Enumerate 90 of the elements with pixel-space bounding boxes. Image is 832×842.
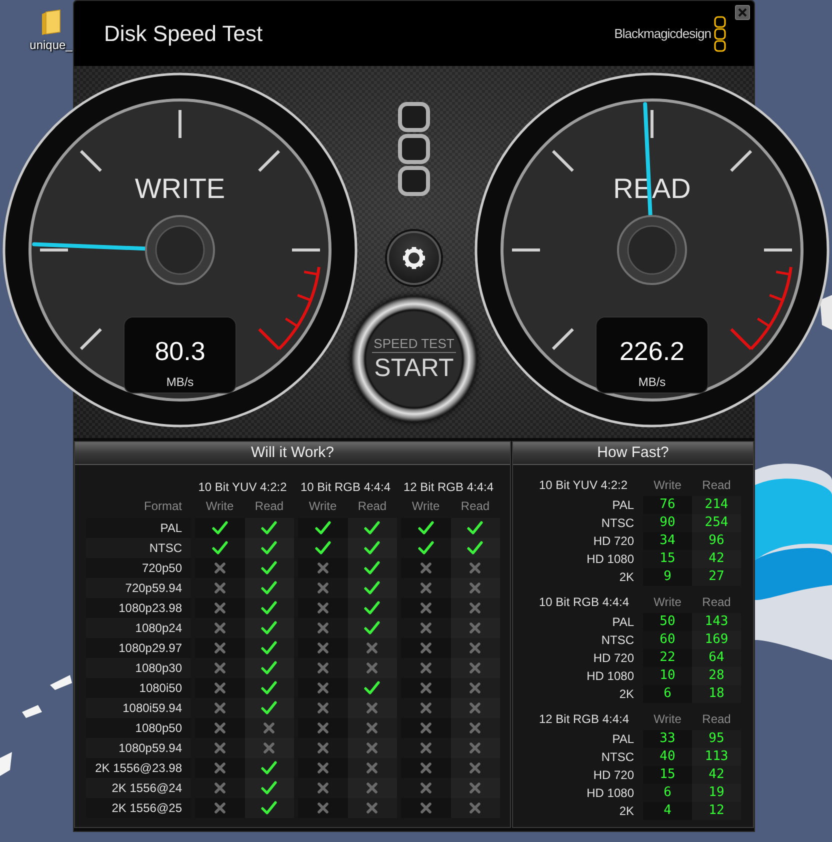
table-cell: 19 xyxy=(692,784,741,802)
column-header: Write xyxy=(308,498,338,512)
brand-name: Blackmagicdesign xyxy=(614,26,711,41)
table-cell: 4 xyxy=(643,802,692,820)
column-header: Read xyxy=(460,498,491,512)
row-label: NTSC xyxy=(600,516,634,530)
row-label: PAL xyxy=(611,498,634,512)
gauge-label: WRITE xyxy=(134,173,226,204)
column-header: Read xyxy=(254,498,285,512)
row-label: 1080p30 xyxy=(86,658,191,678)
icon-label: unique_ xyxy=(30,38,72,52)
table-cell: 6 xyxy=(643,685,692,703)
table-cell: 64 xyxy=(692,649,741,667)
row-label: NTSC xyxy=(600,633,634,647)
table-cell: 42 xyxy=(692,550,741,568)
row-label: 2K xyxy=(618,687,634,701)
column-group-header: 12 Bit RGB 4:4:4 xyxy=(402,480,495,494)
table-cell: 214 xyxy=(692,496,741,514)
row-label: NTSC xyxy=(600,750,634,764)
wallpaper-shape xyxy=(820,295,832,330)
column-header: Write xyxy=(652,712,682,726)
logo-icon xyxy=(397,101,431,197)
row-label: HD 1080 xyxy=(586,552,634,566)
row-label: HD 720 xyxy=(592,768,634,782)
table-cell: 34 xyxy=(643,532,692,550)
table-cell: 42 xyxy=(692,766,741,784)
gauge-hub xyxy=(145,215,215,285)
table-cell: 9 xyxy=(643,568,692,586)
section-header: 10 Bit YUV 4:2:2 xyxy=(538,478,628,492)
row-label: 1080p24 xyxy=(86,618,191,638)
close-button[interactable] xyxy=(735,5,750,20)
table-cell: 12 xyxy=(692,802,741,820)
table-cell: 28 xyxy=(692,667,741,685)
settings-icon xyxy=(401,245,427,271)
table-cell: 18 xyxy=(692,685,741,703)
column-header: Read xyxy=(356,498,388,512)
row-label: 2K xyxy=(618,804,634,818)
table-cell: 95 xyxy=(692,730,741,748)
column-header: Read xyxy=(701,478,732,492)
column-header: Write xyxy=(652,478,682,492)
speed-reading: 80.3 xyxy=(154,336,206,366)
table-cell: 113 xyxy=(692,748,741,766)
row-label: PAL xyxy=(611,615,634,629)
table-cell: 96 xyxy=(692,532,741,550)
unit-label: MB/s xyxy=(166,375,194,389)
column-group-header: 10 Bit YUV 4:2:2 xyxy=(197,480,288,494)
panel-title: Will it Work? xyxy=(75,442,510,465)
folder-icon xyxy=(40,8,62,36)
wallpaper-shape xyxy=(22,705,42,718)
table-cell: 143 xyxy=(692,613,741,631)
start-button[interactable]: SPEED TEST START xyxy=(351,296,477,422)
column-group-header: 10 Bit RGB 4:4:4 xyxy=(299,480,392,494)
panel-title: How Fast? xyxy=(513,442,753,465)
wallpaper-shape xyxy=(50,675,72,690)
table-cell: 76 xyxy=(643,496,692,514)
table-cell: 15 xyxy=(643,766,692,784)
row-label: HD 1080 xyxy=(586,669,634,683)
table-cell: 33 xyxy=(643,730,692,748)
close-icon xyxy=(738,8,747,17)
column-header: Write xyxy=(410,498,441,512)
column-header: Write xyxy=(652,595,682,609)
section-header: 12 Bit RGB 4:4:4 xyxy=(538,712,630,726)
column-header: Format xyxy=(142,498,183,512)
window-title: Disk Speed Test xyxy=(104,20,264,46)
row-label: 1080i59.94 xyxy=(86,698,191,718)
gauge-hub xyxy=(617,215,687,285)
unit-label: MB/s xyxy=(638,375,666,389)
row-label: NTSC xyxy=(86,538,191,558)
row-label: 720p59.94 xyxy=(86,578,191,598)
row-label: HD 1080 xyxy=(586,786,634,800)
column-header: Read xyxy=(701,595,732,609)
row-label: HD 720 xyxy=(592,534,634,548)
section-header: 10 Bit RGB 4:4:4 xyxy=(538,595,630,609)
row-label: 1080p59.94 xyxy=(86,738,191,758)
row-label: PAL xyxy=(611,732,634,746)
row-label: 2K xyxy=(618,570,634,584)
desktop-icon[interactable]: unique_ xyxy=(28,8,74,52)
table-cell: 254 xyxy=(692,514,741,532)
settings-button[interactable] xyxy=(387,231,441,285)
table-cell: 22 xyxy=(643,649,692,667)
wallpaper-shape xyxy=(0,752,12,776)
table-cell: 169 xyxy=(692,631,741,649)
row-label: HD 720 xyxy=(592,651,634,665)
table-cell: 50 xyxy=(643,613,692,631)
column-header: Read xyxy=(701,712,732,726)
speed-reading: 226.2 xyxy=(619,336,685,366)
row-label: 2K 1556@24 xyxy=(86,778,191,798)
column-header: Write xyxy=(204,498,235,512)
logo-icon xyxy=(714,16,726,52)
table-cell: 27 xyxy=(692,568,741,586)
